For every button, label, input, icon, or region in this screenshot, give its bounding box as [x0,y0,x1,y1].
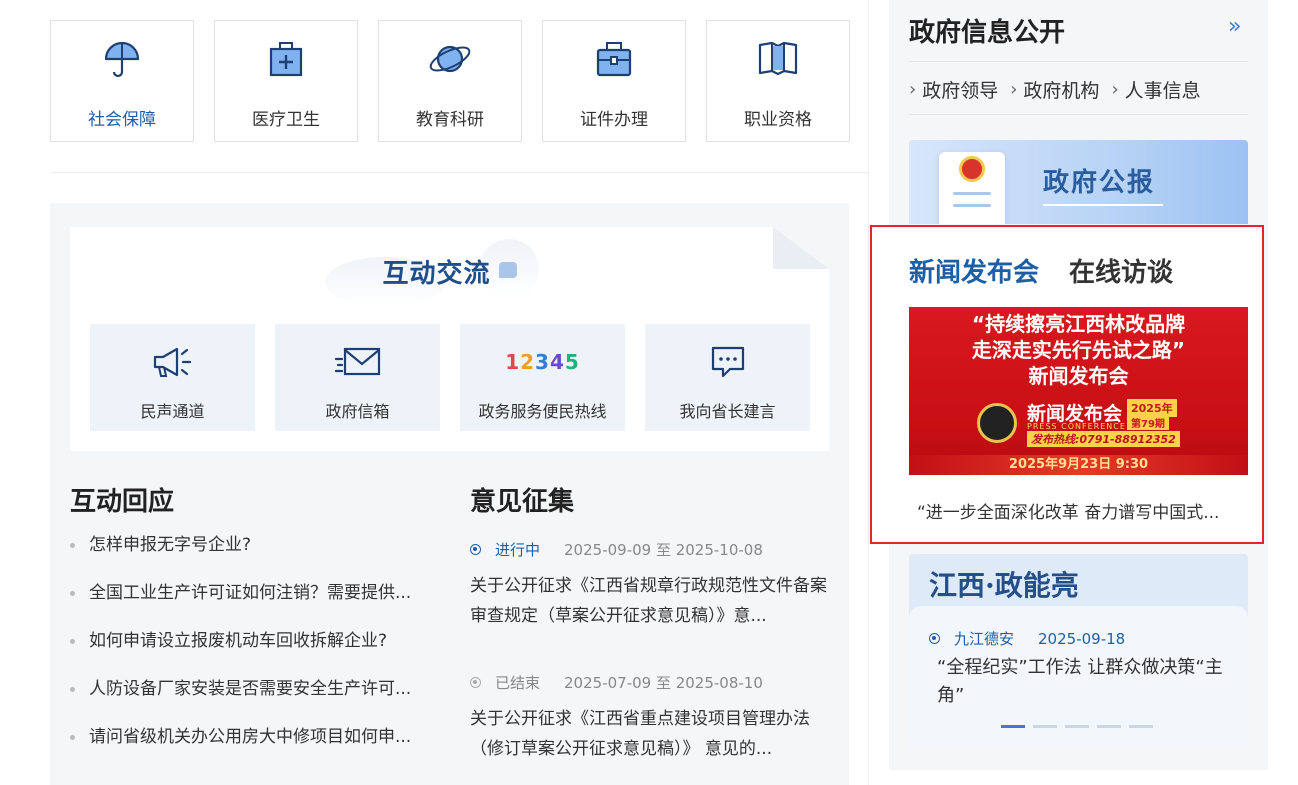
jiangxi-source[interactable]: 九江德安 [954,628,1014,649]
poster-line: 走深走实先行先试之路” [971,338,1186,362]
hotline-12345-icon: 12345 [505,350,580,374]
opinion-link[interactable]: 关于公开征求《江西省重点建设项目管理办法（修订草案公开征求意见稿）》 意见的..… [470,704,830,764]
press-logo-icon [977,403,1017,443]
service-tiles: 社会保障 医疗卫生 教育科研 证件办理 职业资格 [50,20,850,142]
carousel-dot[interactable] [1001,725,1025,728]
jiangxi-card: 九江德安 2025-09-18 “全程纪实”工作法 让群众做决策“主角” [909,606,1248,750]
interaction-panel: 互动交流 民声通道 政府信箱 12345 政务服务便民热线 我向省长建言 互动回… [50,203,849,785]
news-conference-box: 新闻发布会 在线访谈 “持续擦亮江西林改品牌 走深走实先行先试之路” 新闻发布会… [870,225,1264,544]
service-label: 证件办理 [580,110,648,130]
medical-kit-icon [269,42,303,77]
chat-icon [711,346,744,378]
list-item[interactable]: 请问省级机关办公用房大中修项目如何申... [70,725,430,773]
poster-hotline: 发布热线:0791-88912352 [1027,431,1180,447]
poster-line: “持续擦亮江西林改品牌 [971,312,1186,336]
service-label: 教育科研 [416,110,484,130]
carousel-dots [1001,725,1153,728]
news-caption-link[interactable]: “进一步全面深化改革 奋力谱写中国式... [917,498,1241,523]
poster-line: 新闻发布会 [1028,364,1129,388]
service-tile-medical[interactable]: 医疗卫生 [214,20,358,142]
response-list: 怎样申报无字号企业? 全国工业生产许可证如何注销？需要提供... 如何申请设立报… [70,533,430,773]
service-label: 医疗卫生 [252,110,320,130]
list-item[interactable]: 如何申请设立报废机动车回收拆解企业? [70,629,430,677]
jiangxi-date: 2025-09-18 [1038,629,1126,648]
interaction-channels: 民声通道 政府信箱 12345 政务服务便民热线 我向省长建言 [90,324,810,431]
service-label: 职业资格 [744,110,812,130]
gov-link-personnel[interactable]: › 人事信息 [1111,76,1200,103]
book-icon [758,41,798,76]
interaction-title: 互动交流 [70,253,829,290]
poster-issue: 第79期 [1127,415,1169,430]
opinion-date: 2025-07-09 至 2025-08-10 [564,673,763,692]
poster-date: 2025年9月23日 9:30 [909,455,1248,475]
gov-link-organizations[interactable]: › 政府机构 [1010,76,1099,103]
mail-icon [334,347,380,376]
opinion-item: 已结束 2025-07-09 至 2025-08-10 关于公开征求《江西省重点… [470,670,830,764]
jiangxi-zhengnengliang: 江西·政能亮 九江德安 2025-09-18 “全程纪实”工作法 让群众做决策“… [909,554,1248,750]
channel-label: 政府信箱 [325,402,390,421]
gov-bulletin-banner[interactable]: 政府公报 [909,140,1248,224]
carousel-dot[interactable] [1065,725,1089,728]
divider [909,114,1248,115]
national-emblem-icon [959,156,985,182]
poster-brand-en: PRESS CONFERENCE [1027,422,1126,431]
bulletin-label: 政府公报 [1043,168,1156,198]
service-tile-certificates[interactable]: 证件办理 [542,20,686,142]
status-badge: 进行中 [495,540,541,559]
tab-press-conference[interactable]: 新闻发布会 [909,252,1039,289]
opinions-title: 意见征集 [470,487,575,517]
opinion-link[interactable]: 关于公开征求《江西省规章行政规范性文件备案审查规定（草案公开征求意见稿）》意..… [470,571,830,631]
gov-info-links: › 政府领导 › 政府机构 › 人事信息 [909,76,1213,103]
channel-advice-governor[interactable]: 我向省长建言 [645,324,810,431]
gov-info-title: 政府信息公开 [909,18,1066,48]
jiangxi-title: 江西·政能亮 [929,569,1079,602]
status-badge: 已结束 [495,673,541,692]
list-item[interactable]: 全国工业生产许可证如何注销？需要提供... [70,581,430,629]
gov-link-leaders[interactable]: › 政府领导 [909,76,998,103]
channel-public-voice[interactable]: 民声通道 [90,324,255,431]
tab-online-interview[interactable]: 在线访谈 [1069,252,1173,289]
news-tabs: 新闻发布会 在线访谈 [909,252,1173,289]
opinion-date: 2025-09-09 至 2025-10-08 [564,540,763,559]
carousel-dot[interactable] [1033,725,1057,728]
press-conference-poster[interactable]: “持续擦亮江西林改品牌 走深走实先行先试之路” 新闻发布会 新闻发布会 PRES… [909,307,1248,475]
chevron-right-icon: › [1010,79,1018,100]
channel-hotline-12345[interactable]: 12345 政务服务便民热线 [460,324,625,431]
chevron-right-icon: › [909,79,917,100]
chevron-right-icon: › [1111,79,1119,100]
carousel-dot[interactable] [1097,725,1121,728]
channel-label: 政务服务便民热线 [478,402,607,421]
umbrella-icon [104,41,140,78]
divider [50,172,868,173]
column-divider [868,0,869,785]
planet-icon [429,45,471,73]
divider [909,61,1248,62]
briefcase-icon [596,42,632,77]
channel-label: 我向省长建言 [679,402,776,421]
interaction-header-card: 互动交流 民声通道 政府信箱 12345 政务服务便民热线 我向省长建言 [70,227,829,451]
more-arrows-icon[interactable]: » [1228,14,1242,39]
response-title: 互动回应 [70,487,175,517]
service-label: 社会保障 [88,110,156,130]
list-item[interactable]: 人防设备厂家安装是否需要安全生产许可... [70,677,430,725]
carousel-dot[interactable] [1129,725,1153,728]
opinion-item: 进行中 2025-09-09 至 2025-10-08 关于公开征求《江西省规章… [470,537,830,631]
channel-label: 民声通道 [140,402,205,421]
jiangxi-article-link[interactable]: “全程纪实”工作法 让群众做决策“主角” [937,654,1227,710]
megaphone-icon [153,347,191,377]
status-radio-icon [470,543,481,555]
status-radio-icon [470,676,481,688]
status-radio-icon [929,633,940,644]
speech-bubble-icon [498,262,517,278]
channel-government-mailbox[interactable]: 政府信箱 [275,324,440,431]
service-tile-social-security[interactable]: 社会保障 [50,20,194,142]
service-tile-qualification[interactable]: 职业资格 [706,20,850,142]
list-item[interactable]: 怎样申报无字号企业? [70,533,430,581]
service-tile-education[interactable]: 教育科研 [378,20,522,142]
